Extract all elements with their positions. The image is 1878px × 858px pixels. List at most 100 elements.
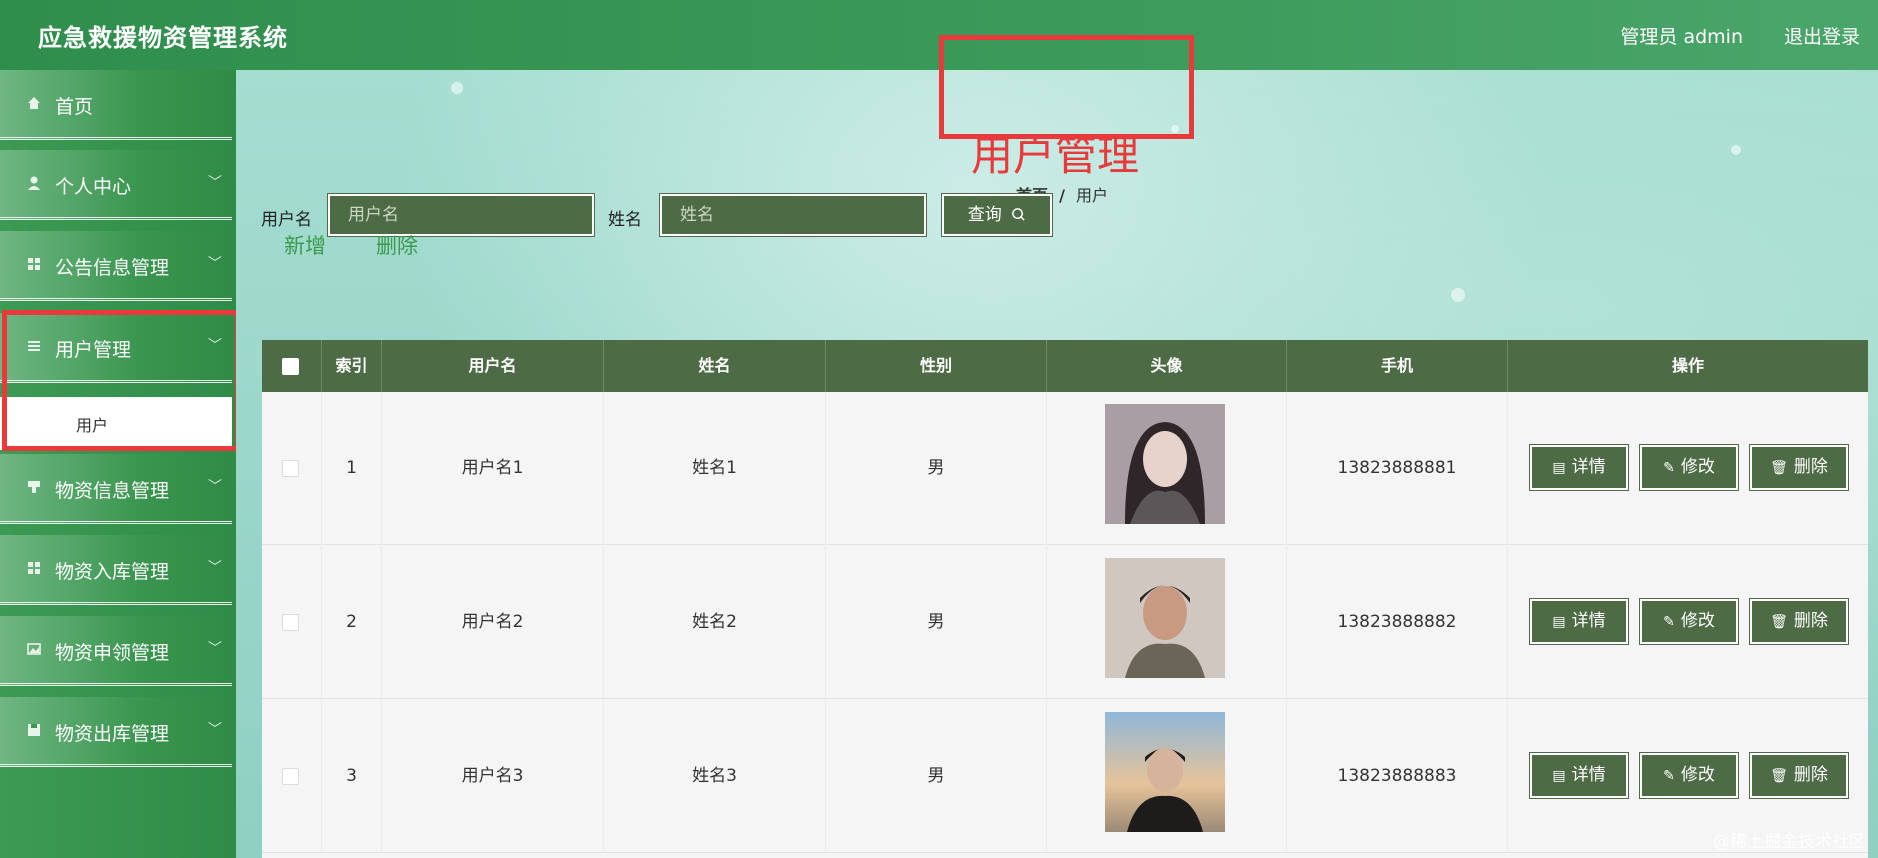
chevron-down-icon: ﹀	[208, 175, 222, 191]
watermark: @稀土掘金技术社区	[1713, 832, 1866, 852]
select-all-checkbox[interactable]	[282, 358, 299, 375]
column-header: 头像	[1047, 340, 1287, 392]
pencil-icon: ✎	[1663, 614, 1675, 630]
sidebar-item-personal-center[interactable]: 个人中心 ﹀	[0, 150, 232, 220]
sidebar-item-label: 首页	[55, 96, 94, 118]
query-button-label: 查询	[967, 205, 1002, 225]
row-checkbox[interactable]	[282, 614, 299, 631]
search-icon	[1011, 205, 1026, 225]
username-search-input[interactable]	[327, 193, 595, 237]
delete-label: 删除	[1793, 457, 1828, 477]
edit-label: 修改	[1680, 457, 1715, 477]
table-row: 3 用户名3 姓名3 男 13823888883 ▤ 详情 ✎ 修改 🗑 删除	[262, 700, 1868, 853]
edit-button[interactable]: ✎ 修改	[1639, 444, 1739, 491]
home-icon	[26, 95, 42, 111]
phone-cell: 13823888881	[1287, 392, 1508, 545]
row-select-cell	[262, 392, 322, 545]
gender-cell: 男	[826, 392, 1047, 545]
table-row: 1 用户名1 姓名1 男 13823888881 ▤ 详情 ✎ 修改 🗑 删除	[262, 392, 1868, 545]
add-button[interactable]: 新增	[284, 230, 326, 260]
document-icon: ▤	[1552, 460, 1566, 476]
chevron-down-icon: ﹀	[208, 560, 222, 576]
select-all-cell	[262, 340, 322, 392]
breadcrumb-current: 用户	[1076, 186, 1109, 205]
trash-icon: 🗑	[1770, 614, 1788, 630]
app-title: 应急救援物资管理系统	[38, 24, 288, 52]
chevron-down-icon: ﹀	[208, 479, 222, 495]
phone-cell: 13823888882	[1287, 546, 1508, 699]
title-highlight-box	[939, 35, 1194, 139]
chevron-down-icon: ﹀	[208, 256, 222, 272]
edit-button[interactable]: ✎ 修改	[1639, 752, 1739, 799]
username-cell: 用户名2	[382, 546, 604, 699]
row-select-cell	[262, 700, 322, 853]
row-checkbox[interactable]	[282, 460, 299, 477]
sidebar-item-material-info[interactable]: 物资信息管理 ﹀	[0, 454, 232, 524]
main-content: 用户管理 首页 / 用户 用户名 姓名 查询 新增 删除 索引 用户名 姓名 性…	[236, 35, 1878, 858]
delete-button[interactable]: 🗑 删除	[1749, 598, 1849, 645]
sidebar-item-label: 个人中心	[55, 176, 132, 198]
sidebar: 首页 个人中心 ﹀ 公告信息管理 ﹀ 用户管理 ﹀ 用户 物资信息管理 ﹀ 物资…	[0, 70, 240, 858]
name-cell: 姓名1	[604, 392, 826, 545]
sidebar-item-label: 物资申领管理	[55, 642, 170, 664]
save-icon	[26, 722, 42, 738]
avatar	[1105, 404, 1225, 524]
avatar	[1105, 712, 1225, 832]
sidebar-item-notice[interactable]: 公告信息管理 ﹀	[0, 231, 232, 301]
table-row: 2 用户名2 姓名2 男 13823888882 ▤ 详情 ✎ 修改 🗑 删除	[262, 546, 1868, 699]
username-cell: 用户名3	[382, 700, 604, 853]
sidebar-item-material-outbound[interactable]: 物资出库管理 ﹀	[0, 697, 232, 767]
detail-button[interactable]: ▤ 详情	[1529, 752, 1629, 799]
row-checkbox[interactable]	[282, 768, 299, 785]
edit-button[interactable]: ✎ 修改	[1639, 598, 1739, 645]
query-button[interactable]: 查询	[941, 193, 1053, 237]
delete-button[interactable]: 🗑 删除	[1749, 444, 1849, 491]
name-search-input[interactable]	[659, 193, 927, 237]
sidebar-item-label: 物资信息管理	[55, 480, 170, 502]
avatar	[1105, 558, 1225, 678]
sidebar-item-material-request[interactable]: 物资申领管理 ﹀	[0, 616, 232, 686]
detail-button[interactable]: ▤ 详情	[1529, 444, 1629, 491]
bookmark-icon	[26, 479, 42, 495]
delete-label: 删除	[1793, 765, 1828, 785]
bokeh-dot	[451, 82, 463, 94]
grid-icon	[26, 256, 42, 272]
trash-icon: 🗑	[1770, 460, 1788, 476]
batch-delete-button[interactable]: 删除	[376, 230, 418, 260]
detail-label: 详情	[1571, 611, 1606, 631]
admin-label: 管理员 admin	[1620, 26, 1743, 48]
row-select-cell	[262, 546, 322, 699]
name-cell: 姓名2	[604, 546, 826, 699]
user-table: 索引 用户名 姓名 性别 头像 手机 操作 1 用户名1 姓名1 男 13823…	[262, 340, 1868, 858]
column-header: 手机	[1287, 340, 1508, 392]
column-header: 操作	[1671, 356, 1704, 375]
pencil-icon: ✎	[1663, 460, 1675, 476]
detail-label: 详情	[1571, 457, 1606, 477]
sidebar-highlight-box	[2, 310, 240, 451]
image-icon	[26, 641, 42, 657]
name-label: 姓名	[608, 210, 642, 230]
pencil-icon: ✎	[1663, 768, 1675, 784]
phone-cell: 13823888883	[1287, 700, 1508, 853]
delete-button[interactable]: 🗑 删除	[1749, 752, 1849, 799]
document-icon: ▤	[1552, 768, 1566, 784]
index-cell: 1	[322, 392, 382, 545]
sidebar-item-home[interactable]: 首页	[0, 70, 232, 140]
username-label: 用户名	[261, 210, 312, 230]
gender-cell: 男	[826, 700, 1047, 853]
delete-label: 删除	[1793, 611, 1828, 631]
logout-link[interactable]: 退出登录	[1784, 22, 1860, 49]
sidebar-item-material-inbound[interactable]: 物资入库管理 ﹀	[0, 535, 232, 605]
chevron-down-icon: ﹀	[208, 722, 222, 738]
detail-button[interactable]: ▤ 详情	[1529, 598, 1629, 645]
edit-label: 修改	[1680, 611, 1715, 631]
edit-label: 修改	[1680, 765, 1715, 785]
detail-label: 详情	[1571, 765, 1606, 785]
chevron-down-icon: ﹀	[208, 641, 222, 657]
column-header: 用户名	[382, 340, 604, 392]
bokeh-dot	[1451, 288, 1465, 302]
sidebar-item-label: 物资出库管理	[55, 723, 170, 745]
name-cell: 姓名3	[604, 700, 826, 853]
table-header: 索引 用户名 姓名 性别 头像 手机 操作	[262, 340, 1868, 392]
column-header: 性别	[826, 340, 1047, 392]
